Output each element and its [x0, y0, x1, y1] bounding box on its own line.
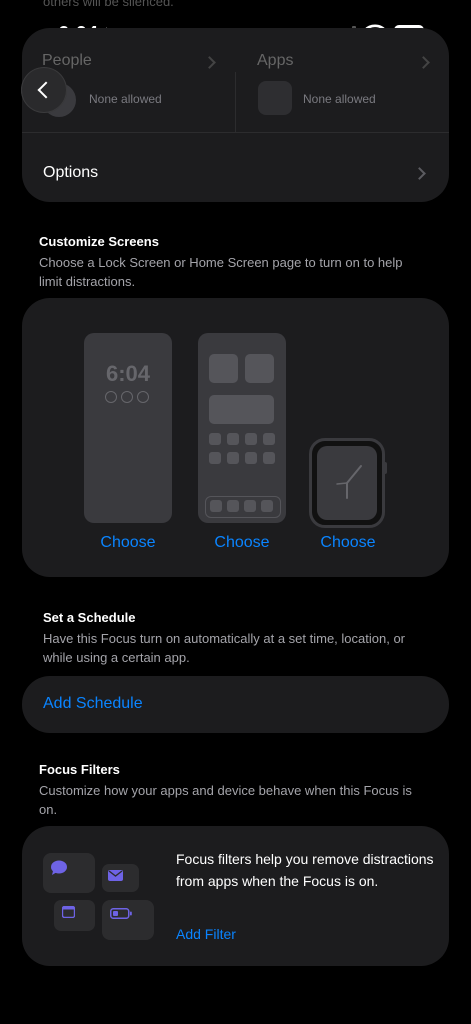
low-power-icon	[102, 900, 154, 940]
apps-label: Apps	[257, 52, 294, 69]
calendar-icon	[54, 900, 95, 931]
schedule-title: Set a Schedule	[43, 610, 136, 625]
filters-description: Customize how your apps and device behav…	[39, 783, 412, 817]
mail-icon	[102, 864, 139, 892]
apps-chevron-icon	[417, 56, 430, 69]
options-label: Options	[43, 164, 99, 181]
apps-icon-placeholder	[258, 81, 292, 115]
focus-filters-card: Focus filters help you remove distractio…	[22, 826, 449, 966]
people-value: None allowed	[89, 92, 162, 106]
watch-face-preview[interactable]	[309, 438, 387, 528]
apps-value: None allowed	[303, 92, 376, 106]
customize-description: Choose a Lock Screen or Home Screen page…	[39, 255, 403, 289]
people-chevron-icon	[203, 56, 216, 69]
allowed-apps-cell[interactable]: Apps None allowed	[236, 28, 449, 132]
add-schedule-card[interactable]: Add Schedule	[22, 676, 449, 733]
choose-home-screen-button[interactable]: Choose	[198, 534, 286, 552]
allowed-card: People None allowed Apps None allowed Op…	[22, 28, 449, 202]
options-chevron-icon	[413, 167, 426, 180]
add-filter-button[interactable]: Add Filter	[176, 926, 236, 942]
customize-card: 6:04 Choose Choose Choose	[22, 298, 449, 577]
home-screen-preview[interactable]	[198, 333, 286, 523]
customize-title: Customize Screens	[39, 234, 159, 249]
top-caption: others will be silenced.	[43, 0, 174, 9]
add-schedule-button[interactable]: Add Schedule	[43, 695, 143, 713]
filter-icons-group	[43, 853, 155, 941]
lock-screen-preview[interactable]: 6:04	[84, 333, 172, 523]
options-row[interactable]: Options	[22, 133, 449, 202]
schedule-description: Have this Focus turn on automatically at…	[43, 631, 406, 665]
chevron-left-icon	[37, 81, 55, 99]
filters-title: Focus Filters	[39, 762, 120, 777]
messages-icon	[43, 853, 95, 893]
choose-lock-screen-button[interactable]: Choose	[84, 534, 172, 552]
back-button[interactable]	[21, 67, 67, 113]
lock-screen-widgets	[105, 391, 153, 403]
lock-screen-time: 6:04	[105, 361, 151, 386]
choose-watch-face-button[interactable]: Choose	[304, 534, 392, 552]
filters-info-text: Focus filters help you remove distractio…	[176, 851, 434, 889]
home-dock	[205, 496, 281, 518]
